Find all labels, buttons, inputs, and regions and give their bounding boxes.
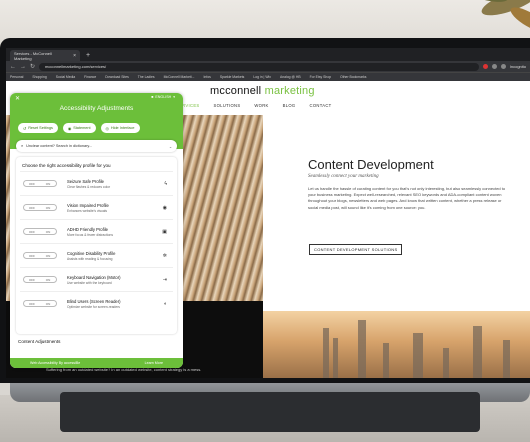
profile-desc: Enhances website's visuals: [67, 208, 108, 213]
search-icon: ⌕: [21, 144, 24, 148]
close-icon[interactable]: ✕: [15, 95, 20, 102]
bookmark-item[interactable]: Other Bookmarks: [340, 75, 366, 79]
toolbar: ← → ↻ mcconnellmarketing.com/services/ I…: [6, 61, 530, 72]
bookmark-item[interactable]: The Ladies: [138, 75, 155, 79]
arrow-right-icon: ⇥: [162, 276, 167, 283]
accessibe-link[interactable]: Web Accessibility By accessiBe: [30, 361, 80, 365]
bookmark-item[interactable]: Download Sites: [105, 75, 129, 79]
chevron-down-icon: ⌄: [168, 144, 172, 149]
learn-more-link[interactable]: Learn More: [145, 361, 163, 365]
extension-icon[interactable]: [500, 64, 506, 69]
new-tab-icon[interactable]: +: [86, 50, 90, 61]
eye-icon: ◉: [162, 204, 167, 211]
profile-title: Seizure Safe Profile: [67, 178, 105, 184]
browser-tab[interactable]: Services - McConnell Marketing ×: [10, 50, 80, 61]
profiles-heading: Choose the right accessibility profile f…: [22, 163, 111, 168]
city-skyline-image: [263, 311, 530, 378]
reset-icon: ↺: [23, 126, 27, 131]
bookmark-item[interactable]: Log in | Wix: [253, 75, 271, 79]
forward-icon[interactable]: →: [20, 64, 26, 70]
brain-icon: ✲: [162, 252, 167, 259]
hide-icon: ◎: [105, 126, 109, 131]
tab-close-icon[interactable]: ×: [73, 53, 76, 59]
bookmark-item[interactable]: Infos: [203, 75, 210, 79]
profile-row: OFF ON Blind Users (Screen Reader) Optimiz…: [20, 291, 173, 315]
profile-desc: Optimize website for screen-readers: [67, 304, 120, 309]
profile-toggle[interactable]: OFF ON: [23, 180, 57, 187]
content-development-button[interactable]: CONTENT DEVELOPMENT SOLUTIONS: [309, 244, 403, 255]
site-nav: SERVICES SOLUTIONS WORK BLOG CONTACT: [176, 103, 332, 108]
panel-footer: Web Accessibility By accessiBe Learn Mor…: [10, 358, 183, 368]
section-title: Content Development: [308, 157, 434, 172]
nav-contact[interactable]: CONTACT: [310, 103, 332, 108]
flag-icon: ■: [151, 95, 154, 99]
profile-toggle[interactable]: OFF ON: [23, 228, 57, 235]
content-adjustments-heading: Content Adjustments: [18, 339, 61, 344]
extension-icon[interactable]: [482, 64, 488, 69]
profile-title: Vision Impaired Profile: [67, 202, 109, 208]
profile-title: ADHD Friendly Profile: [67, 226, 108, 232]
profile-row: OFF ON Seizure Safe Profile Clear flashes …: [20, 171, 173, 195]
panel-actions: ↺ Reset Settings ◉ Statement ◎ Hide Inte…: [18, 123, 140, 133]
profile-toggle[interactable]: OFF ON: [23, 300, 57, 307]
nav-solutions[interactable]: SOLUTIONS: [214, 103, 241, 108]
profile-title: Cognitive Disability Profile: [67, 250, 116, 256]
hide-interface-button[interactable]: ◎ Hide Interface: [100, 123, 140, 133]
reload-icon[interactable]: ↻: [30, 63, 35, 70]
bookmark-item[interactable]: McConnell Marketi...: [164, 75, 195, 79]
reset-settings-button[interactable]: ↺ Reset Settings: [18, 123, 58, 133]
panel-title: Accessibility Adjustments: [59, 105, 134, 112]
profile-row: OFF ON Vision Impaired Profile Enhances we…: [20, 195, 173, 219]
profile-toggle[interactable]: OFF ON: [23, 252, 57, 259]
profile-row: OFF ON Keyboard Navigation (Motor) Use web…: [20, 267, 173, 291]
profile-toggle[interactable]: OFF ON: [23, 204, 57, 211]
profile-label[interactable]: Incognito: [510, 64, 526, 69]
accessibility-panel: ✕ ■ ENGLISH ▾ Accessibility Adjustments …: [10, 93, 183, 368]
dictionary-search[interactable]: ⌕ Unclear content? Search in dictionary.…: [16, 140, 177, 152]
address-bar[interactable]: mcconnellmarketing.com/services/: [39, 62, 479, 71]
bookmark-item[interactable]: Sparkle Markets: [220, 75, 245, 79]
language-selector[interactable]: ■ ENGLISH ▾: [151, 95, 175, 99]
bookmark-item[interactable]: For Etsy Shop: [310, 75, 331, 79]
profile-desc: Use website with the keyboard: [67, 280, 112, 285]
bookmark-item[interactable]: Social Media: [56, 75, 75, 79]
bookmark-item[interactable]: Finance: [84, 75, 96, 79]
profiles-card: Choose the right accessibility profile f…: [16, 157, 177, 334]
bookmark-item[interactable]: Shopping: [32, 75, 46, 79]
profile-toggle[interactable]: OFF ON: [23, 276, 57, 283]
bookmark-item[interactable]: Analog @ HB: [280, 75, 301, 79]
profile-title: Keyboard Navigation (Motor): [67, 274, 121, 280]
focus-icon: ▣: [162, 228, 167, 235]
nav-blog[interactable]: BLOG: [283, 103, 296, 108]
bookmark-item[interactable]: Personal: [10, 75, 23, 79]
profile-desc: Assists with reading & focusing: [67, 256, 113, 261]
profile-desc: Clear flashes & reduces color: [67, 184, 111, 189]
bookmarks-bar: Personal Shopping Social Media Finance D…: [6, 72, 530, 81]
nav-work[interactable]: WORK: [254, 103, 268, 108]
chevron-down-icon: ▾: [173, 95, 175, 99]
section-body: Let us handle the hassle of curating con…: [308, 186, 506, 210]
profile-row: OFF ON Cognitive Disability Profile Assist…: [20, 243, 173, 267]
site-logo[interactable]: mcconnell marketing: [210, 85, 315, 97]
statement-button[interactable]: ◉ Statement: [62, 123, 96, 133]
screen-reader-icon: ◐: [163, 300, 167, 307]
bolt-icon: ϟ: [164, 180, 167, 187]
profile-desc: More focus & fewer distractions: [67, 232, 113, 237]
section-subtitle: Seamlessly connect your marketing: [308, 174, 379, 179]
tab-bar: Services - McConnell Marketing × +: [6, 48, 530, 61]
extension-icon[interactable]: [491, 64, 497, 69]
profile-row: OFF ON ADHD Friendly Profile More focus & …: [20, 219, 173, 243]
tab-title: Services - McConnell Marketing: [14, 50, 52, 61]
statement-icon: ◉: [67, 126, 72, 131]
profile-title: Blind Users (Screen Reader): [67, 298, 121, 304]
laptop-keyboard: [60, 392, 480, 432]
back-icon[interactable]: ←: [10, 64, 16, 70]
